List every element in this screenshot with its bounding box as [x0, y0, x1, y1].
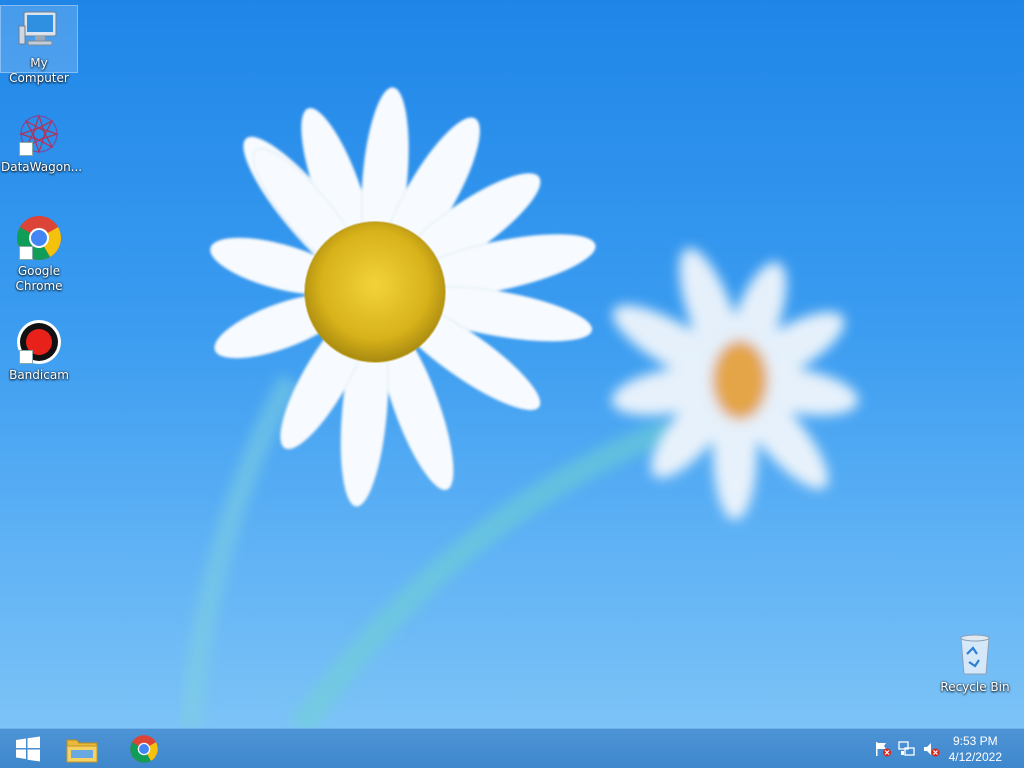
desktop-icon-google-chrome[interactable]: Google Chrome [1, 214, 77, 294]
clock-time: 9:53 PM [952, 734, 998, 748]
volume-muted-icon[interactable] [922, 741, 940, 757]
action-center-flag-icon[interactable] [874, 741, 892, 757]
desktop-icon-label: Recycle Bin [940, 680, 1010, 694]
shortcut-arrow-icon [19, 246, 33, 260]
computer-icon [15, 6, 63, 54]
datawagon-icon [15, 110, 63, 158]
network-icon[interactable] [898, 741, 916, 757]
start-button[interactable] [0, 729, 56, 769]
desktop-icon-bandicam[interactable]: Bandicam [1, 318, 77, 383]
desktop-icon-recycle-bin[interactable]: Recycle Bin [937, 630, 1013, 695]
desktop-icon-label: Bandicam [9, 368, 69, 382]
taskbar-clock[interactable]: 9:53 PM 4/12/2022 [949, 733, 1002, 765]
file-explorer-icon [66, 739, 98, 763]
taskbar-chrome-button[interactable] [116, 729, 172, 769]
desktop-icon-label: My Computer [9, 56, 69, 85]
taskbar: 9:53 PM 4/12/2022 [0, 728, 1024, 768]
wallpaper-daisy [179, 87, 859, 728]
chrome-icon [130, 735, 158, 763]
windows-logo-icon [16, 736, 40, 762]
clock-date: 4/12/2022 [948, 750, 1002, 764]
chrome-icon [15, 214, 63, 262]
taskbar-file-explorer-button[interactable] [54, 729, 110, 769]
recycle-bin-icon [951, 630, 999, 678]
desktop[interactable]: My Computer DataWagon... Google Chrome B… [0, 0, 1024, 728]
bandicam-icon [15, 318, 63, 366]
desktop-icon-label: DataWagon... [1, 160, 83, 174]
desktop-icon-datawagon[interactable]: DataWagon... [1, 110, 83, 175]
shortcut-arrow-icon [19, 350, 33, 364]
desktop-icon-my-computer[interactable]: My Computer [0, 5, 78, 85]
desktop-icon-label: Google Chrome [15, 264, 63, 293]
shortcut-arrow-icon [19, 142, 33, 156]
